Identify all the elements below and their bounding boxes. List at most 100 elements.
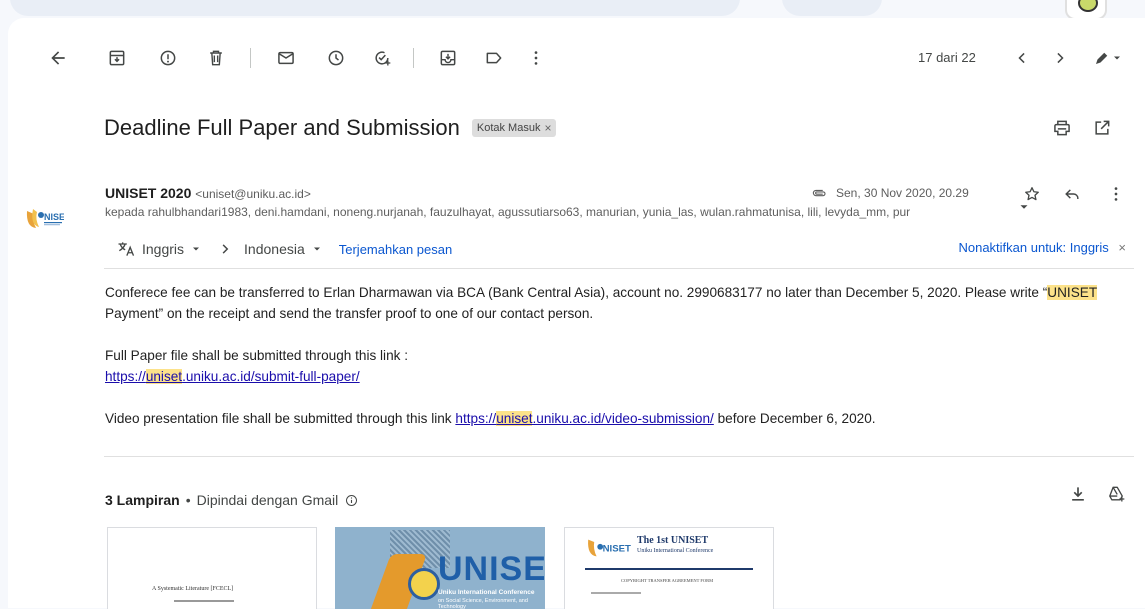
source-language: Inggris bbox=[142, 241, 185, 257]
link-text: .uniku.ac.id/video-submission/ bbox=[532, 411, 714, 426]
caret-down-icon bbox=[1020, 205, 1028, 209]
separator-dot: • bbox=[185, 492, 191, 508]
search-highlight: UNISET bbox=[1047, 285, 1097, 300]
archive-button[interactable] bbox=[99, 40, 135, 76]
move-to-button[interactable] bbox=[430, 40, 466, 76]
doc-text-line bbox=[174, 600, 234, 602]
reply-button[interactable] bbox=[1054, 176, 1090, 212]
attachment-thumbnail[interactable]: NISET The 1st UNISET Uniku International… bbox=[564, 527, 774, 609]
info-icon[interactable] bbox=[344, 493, 359, 508]
account-avatar[interactable] bbox=[1065, 0, 1107, 20]
body-text: Conferece fee can be transferred to Erla… bbox=[105, 285, 1048, 300]
doc-text-line bbox=[591, 592, 641, 594]
target-language: Indonesia bbox=[244, 241, 305, 257]
reply-icon bbox=[1065, 189, 1079, 199]
top-search-strip bbox=[0, 0, 1145, 20]
label-icon bbox=[486, 52, 502, 64]
attachments-actions bbox=[1068, 484, 1126, 504]
back-button[interactable] bbox=[40, 40, 76, 76]
submit-full-paper-link[interactable]: https://uniset.uniku.ac.id/submit-full-p… bbox=[105, 369, 360, 384]
video-submission-link[interactable]: https://uniset.uniku.ac.id/video-submiss… bbox=[455, 411, 714, 426]
mail-icon bbox=[278, 51, 294, 65]
clock-icon bbox=[328, 50, 344, 66]
doc-rule bbox=[585, 568, 753, 570]
body-paragraph: Full Paper file shall be submitted throu… bbox=[105, 345, 1135, 387]
svg-text:NISET: NISET bbox=[603, 544, 631, 555]
caret-down-icon bbox=[313, 247, 320, 251]
label-button[interactable] bbox=[476, 40, 512, 76]
attachment-thumbnail[interactable]: UNISET Uniku International Conference on… bbox=[335, 527, 545, 609]
scan-label: Dipindai dengan Gmail bbox=[196, 492, 339, 508]
sender-name[interactable]: UNISET 2020 bbox=[105, 185, 191, 201]
more-vert-icon bbox=[1114, 187, 1118, 201]
download-icon bbox=[1072, 487, 1084, 501]
source-language-select[interactable]: Inggris bbox=[116, 239, 202, 259]
sender-email: <uniset@uniku.ac.id> bbox=[195, 187, 311, 201]
print-button[interactable] bbox=[1044, 110, 1080, 146]
link-text: https:// bbox=[105, 369, 146, 384]
move-to-inbox-icon bbox=[440, 50, 456, 66]
toolbar-divider bbox=[413, 48, 414, 68]
close-translate-button[interactable]: × bbox=[1118, 240, 1126, 255]
email-view: 17 dari 22 Deadline Full Paper and Submi… bbox=[8, 18, 1145, 609]
add-to-drive-icon bbox=[1109, 486, 1125, 502]
conference-name: Uniku International Conference bbox=[438, 589, 535, 596]
attachment-clip-icon bbox=[812, 189, 826, 197]
pen-icon bbox=[1096, 52, 1108, 64]
translate-icon bbox=[118, 242, 135, 256]
body-text: Payment” on the receipt and send the tra… bbox=[105, 306, 594, 321]
snooze-button[interactable] bbox=[318, 40, 354, 76]
sender-line: UNISET 2020 <uniset@uniku.ac.id> bbox=[105, 185, 311, 201]
mark-unread-button[interactable] bbox=[268, 40, 304, 76]
pagination-label: 17 dari 22 bbox=[918, 50, 976, 65]
delete-button[interactable] bbox=[198, 40, 234, 76]
doc-title: The 1st UNISET bbox=[637, 535, 709, 546]
target-language-select[interactable]: Indonesia bbox=[244, 241, 323, 257]
download-all-button[interactable] bbox=[1068, 484, 1088, 504]
search-highlight: uniset bbox=[496, 411, 533, 426]
older-button[interactable] bbox=[1042, 40, 1078, 76]
message-more-button[interactable] bbox=[1098, 176, 1134, 212]
recipients-text: kepada rahulbhandari1983, deni.hamdani, … bbox=[105, 205, 911, 219]
avatar-image bbox=[1078, 0, 1098, 12]
sender-avatar-logo: NISET bbox=[24, 197, 71, 237]
email-toolbar: 17 dari 22 bbox=[8, 40, 1145, 76]
body-text: Full Paper file shall be submitted throu… bbox=[105, 348, 408, 363]
add-to-tasks-button[interactable] bbox=[364, 40, 400, 76]
doc-subtitle: Uniku International Conference bbox=[637, 548, 714, 554]
link-text: https:// bbox=[455, 411, 497, 426]
add-task-icon bbox=[375, 51, 391, 66]
trash-icon bbox=[210, 50, 222, 66]
more-vert-icon bbox=[534, 51, 538, 65]
translate-message-link[interactable]: Terjemahkan pesan bbox=[339, 242, 452, 257]
print-icon bbox=[1054, 120, 1070, 136]
show-details-button[interactable] bbox=[1014, 197, 1034, 217]
recipients-line[interactable]: kepada rahulbhandari1983, deni.hamdani, … bbox=[105, 205, 1025, 219]
report-spam-icon bbox=[160, 50, 176, 66]
attachments-header: 3 Lampiran • Dipindai dengan Gmail bbox=[105, 492, 359, 508]
input-tools-button[interactable] bbox=[1084, 40, 1132, 76]
email-body: Conferece fee can be transferred to Erla… bbox=[105, 282, 1135, 450]
subject-row: Deadline Full Paper and Submission Kotak… bbox=[104, 110, 557, 146]
disable-translation-link[interactable]: Nonaktifkan untuk: Inggris bbox=[958, 240, 1108, 255]
add-to-drive-button[interactable] bbox=[1106, 484, 1126, 504]
more-actions-button[interactable] bbox=[518, 40, 554, 76]
open-new-window-button[interactable] bbox=[1084, 110, 1120, 146]
search-highlight: uniset bbox=[145, 369, 183, 384]
toolbar-divider bbox=[250, 48, 251, 68]
newer-button[interactable] bbox=[1004, 40, 1040, 76]
inbox-label-chip[interactable]: Kotak Masuk × bbox=[471, 119, 557, 137]
status-pill-edge[interactable] bbox=[782, 0, 882, 16]
email-date: Sen, 30 Nov 2020, 20.29 bbox=[836, 186, 969, 200]
chevron-right-icon bbox=[222, 244, 229, 254]
body-text: Video presentation file shall be submitt… bbox=[105, 411, 456, 426]
search-bar-edge[interactable] bbox=[10, 0, 740, 16]
body-paragraph: Video presentation file shall be submitt… bbox=[105, 408, 1135, 429]
translate-bar: Inggris Indonesia Terjemahkan pesan Nona… bbox=[104, 230, 1134, 269]
remove-label-button[interactable]: × bbox=[544, 121, 551, 135]
chevron-right-icon bbox=[1057, 52, 1064, 64]
attachment-thumbnail[interactable]: A Systematic Literature [FCECL] bbox=[107, 527, 317, 609]
svg-text:NISET: NISET bbox=[44, 212, 64, 222]
date-area: Sen, 30 Nov 2020, 20.29 bbox=[810, 184, 969, 202]
report-spam-button[interactable] bbox=[150, 40, 186, 76]
